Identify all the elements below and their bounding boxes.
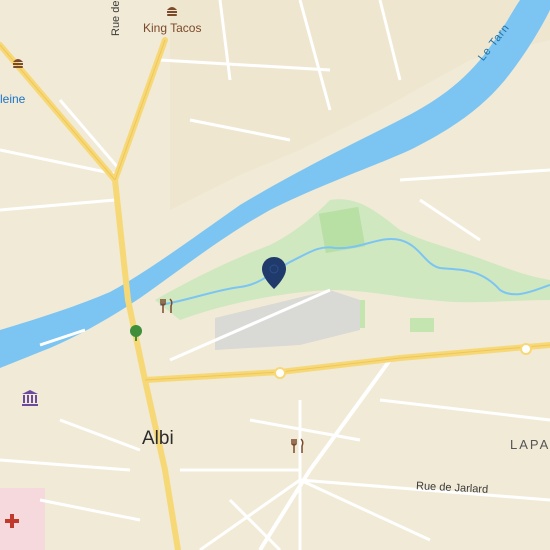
tree-icon[interactable] [128,324,144,342]
burger-icon[interactable] [11,56,25,70]
city-label: Albi [142,428,174,449]
district-label: LAPA [510,437,550,452]
street-label-partial: Rue de [110,0,122,36]
poi-label-king-tacos[interactable]: King Tacos [143,21,201,35]
location-pin-icon[interactable] [261,256,287,290]
museum-icon[interactable] [21,389,39,407]
burger-icon[interactable] [165,4,179,18]
place-label-partial[interactable]: leine [0,92,25,106]
map-canvas[interactable]: Albi King Tacos Rue de Jarlard Rue de Le… [0,0,550,550]
hospital-icon[interactable] [4,513,20,529]
restaurant-icon[interactable] [160,298,174,314]
restaurant-icon[interactable] [291,438,305,454]
